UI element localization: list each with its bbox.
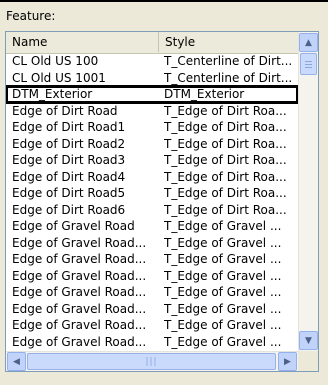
- scroll-right-arrow-icon[interactable]: ▶: [278, 352, 297, 371]
- row-name-cell: CL Old US 100: [12, 54, 99, 68]
- row-style-cell: T_Edge of Gravel ...: [164, 301, 282, 316]
- row-style-cell: T_Edge of Gravel ...: [164, 252, 282, 266]
- row-name-cell: Edge of Gravel Road...: [12, 285, 147, 299]
- list-row[interactable]: Edge of Gravel Road T_Edge of Gravel ...: [6, 218, 298, 235]
- row-style-cell: T_Edge of Dirt Roa...: [164, 103, 287, 118]
- column-header-name[interactable]: Name: [6, 32, 159, 52]
- horizontal-scrollbar[interactable]: ◀ ||| ▶: [6, 351, 298, 371]
- list-row[interactable]: Edge of Gravel Road... T_Edge of Gravel .…: [6, 235, 298, 252]
- vertical-scroll-thumb[interactable]: [300, 53, 317, 75]
- list-row[interactable]: Edge of Dirt Road4 T_Edge of Dirt Roa...: [6, 169, 298, 186]
- row-style-cell: T_Edge of Gravel ...: [164, 268, 282, 283]
- scroll-left-arrow-icon[interactable]: ◀: [7, 352, 26, 371]
- row-style-cell: T_Edge of Gravel ...: [164, 219, 282, 233]
- row-name-cell: Edge of Dirt Road2: [12, 136, 126, 151]
- list-rows: CL Old US 100 T_Centerline of Dirt... CL O…: [6, 53, 298, 351]
- row-name-cell: Edge of Gravel Road...: [12, 252, 147, 266]
- row-style-cell: T_Edge of Dirt Roa...: [164, 186, 287, 200]
- vertical-scrollbar[interactable]: ▲ ▼: [298, 32, 318, 351]
- row-style-cell: T_Edge of Gravel ...: [164, 235, 282, 250]
- row-name-cell: Edge of Dirt Road4: [12, 169, 126, 184]
- row-name-cell: Edge of Dirt Road5: [12, 186, 126, 200]
- row-style-cell: T_Edge of Dirt Roa...: [164, 202, 287, 217]
- row-style-cell: T_Centerline of Dirt...: [164, 54, 293, 68]
- column-header-style[interactable]: Style: [159, 32, 298, 52]
- row-style-cell: T_Edge of Dirt Roa...: [164, 153, 287, 167]
- row-style-cell: DTM_Exterior: [164, 87, 245, 101]
- list-row[interactable]: Edge of Dirt Road1 T_Edge of Dirt Roa...: [6, 119, 298, 136]
- list-row[interactable]: Edge of Dirt Road T_Edge of Dirt Roa...: [6, 103, 298, 120]
- row-name-cell: Edge of Gravel Road...: [12, 235, 147, 250]
- row-name-cell: Edge of Gravel Road...: [12, 318, 147, 332]
- list-row[interactable]: Edge of Dirt Road6 T_Edge of Dirt Roa...: [6, 202, 298, 219]
- selected-list-row[interactable]: DTM_Exterior DTM_Exterior: [6, 85, 298, 104]
- row-style-cell: T_Edge of Dirt Roa...: [164, 169, 287, 184]
- list-row[interactable]: Edge of Dirt Road2 T_Edge of Dirt Roa...: [6, 136, 298, 153]
- row-name-cell: Edge of Dirt Road3: [12, 153, 126, 167]
- list-row[interactable]: Edge of Dirt Road3 T_Edge of Dirt Roa...: [6, 152, 298, 169]
- list-row[interactable]: Edge of Dirt Road5 T_Edge of Dirt Roa...: [6, 185, 298, 202]
- list-row[interactable]: CL Old US 1001 T_Centerline of Dirt...: [6, 70, 298, 87]
- list-row[interactable]: Edge of Gravel Road... T_Edge of Gravel .…: [6, 334, 298, 351]
- feature-list[interactable]: Name Style CL Old US 100 T_Centerline of …: [5, 31, 319, 372]
- row-name-cell: Edge of Dirt Road1: [12, 120, 126, 134]
- scrollbar-corner: [298, 351, 318, 371]
- row-style-cell: T_Edge of Dirt Roa...: [164, 136, 287, 151]
- list-header: Name Style: [6, 32, 298, 54]
- row-name-cell: Edge of Gravel Road: [12, 219, 135, 233]
- feature-label: Feature:: [6, 9, 56, 23]
- scroll-up-arrow-icon[interactable]: ▲: [299, 33, 318, 52]
- row-style-cell: T_Edge of Gravel ...: [164, 285, 282, 299]
- list-row[interactable]: Edge of Gravel Road... T_Edge of Gravel .…: [6, 251, 298, 268]
- row-style-cell: T_Edge of Gravel ...: [164, 334, 282, 349]
- row-name-cell: Edge of Gravel Road...: [12, 301, 147, 316]
- row-name-cell: DTM_Exterior: [12, 87, 93, 101]
- row-name-cell: Edge of Gravel Road...: [12, 334, 147, 349]
- list-row[interactable]: CL Old US 100 T_Centerline of Dirt...: [6, 53, 298, 70]
- list-row[interactable]: Edge of Gravel Road... T_Edge of Gravel .…: [6, 317, 298, 334]
- row-style-cell: T_Edge of Gravel ...: [164, 318, 282, 332]
- list-row[interactable]: Edge of Gravel Road... T_Edge of Gravel .…: [6, 301, 298, 318]
- list-row[interactable]: Edge of Gravel Road... T_Edge of Gravel .…: [6, 284, 298, 301]
- row-style-cell: T_Centerline of Dirt...: [164, 70, 293, 85]
- horizontal-scroll-thumb[interactable]: |||: [27, 353, 276, 370]
- list-row[interactable]: Edge of Gravel Road... T_Edge of Gravel .…: [6, 268, 298, 285]
- top-border: [0, 0, 328, 2]
- row-name-cell: CL Old US 1001: [12, 70, 106, 85]
- row-name-cell: Edge of Dirt Road: [12, 103, 118, 118]
- row-style-cell: T_Edge of Dirt Roa...: [164, 120, 287, 134]
- row-name-cell: Edge of Dirt Road6: [12, 202, 126, 217]
- row-name-cell: Edge of Gravel Road...: [12, 268, 147, 283]
- scroll-down-arrow-icon[interactable]: ▼: [299, 331, 318, 350]
